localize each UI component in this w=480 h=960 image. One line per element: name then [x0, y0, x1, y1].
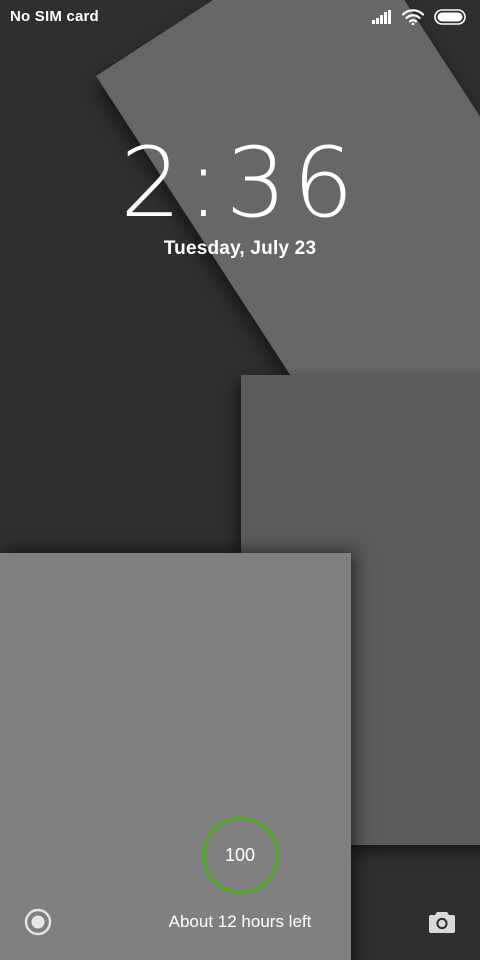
lockscreen-clock: 2:36 Tuesday, July 23 — [0, 128, 480, 260]
battery-time-estimate: About 12 hours left — [168, 912, 312, 931]
carrier-label: No SIM card — [10, 8, 99, 25]
clock-time: 2:36 — [120, 127, 360, 239]
status-icons — [372, 9, 466, 25]
camera-icon — [426, 906, 458, 938]
wallpaper-tile-light — [0, 553, 351, 960]
status-bar: No SIM card — [0, 0, 480, 36]
wifi-icon — [402, 9, 424, 25]
cellular-signal-icon — [372, 10, 392, 24]
control-center-icon — [22, 906, 54, 938]
camera-shortcut[interactable] — [426, 906, 458, 938]
battery-level: 100 — [224, 845, 256, 865]
battery-icon — [434, 9, 466, 25]
clock-date: Tuesday, July 23 — [163, 238, 317, 259]
battery-charge-ring: 100 — [201, 816, 279, 894]
control-center-shortcut[interactable] — [22, 906, 54, 938]
